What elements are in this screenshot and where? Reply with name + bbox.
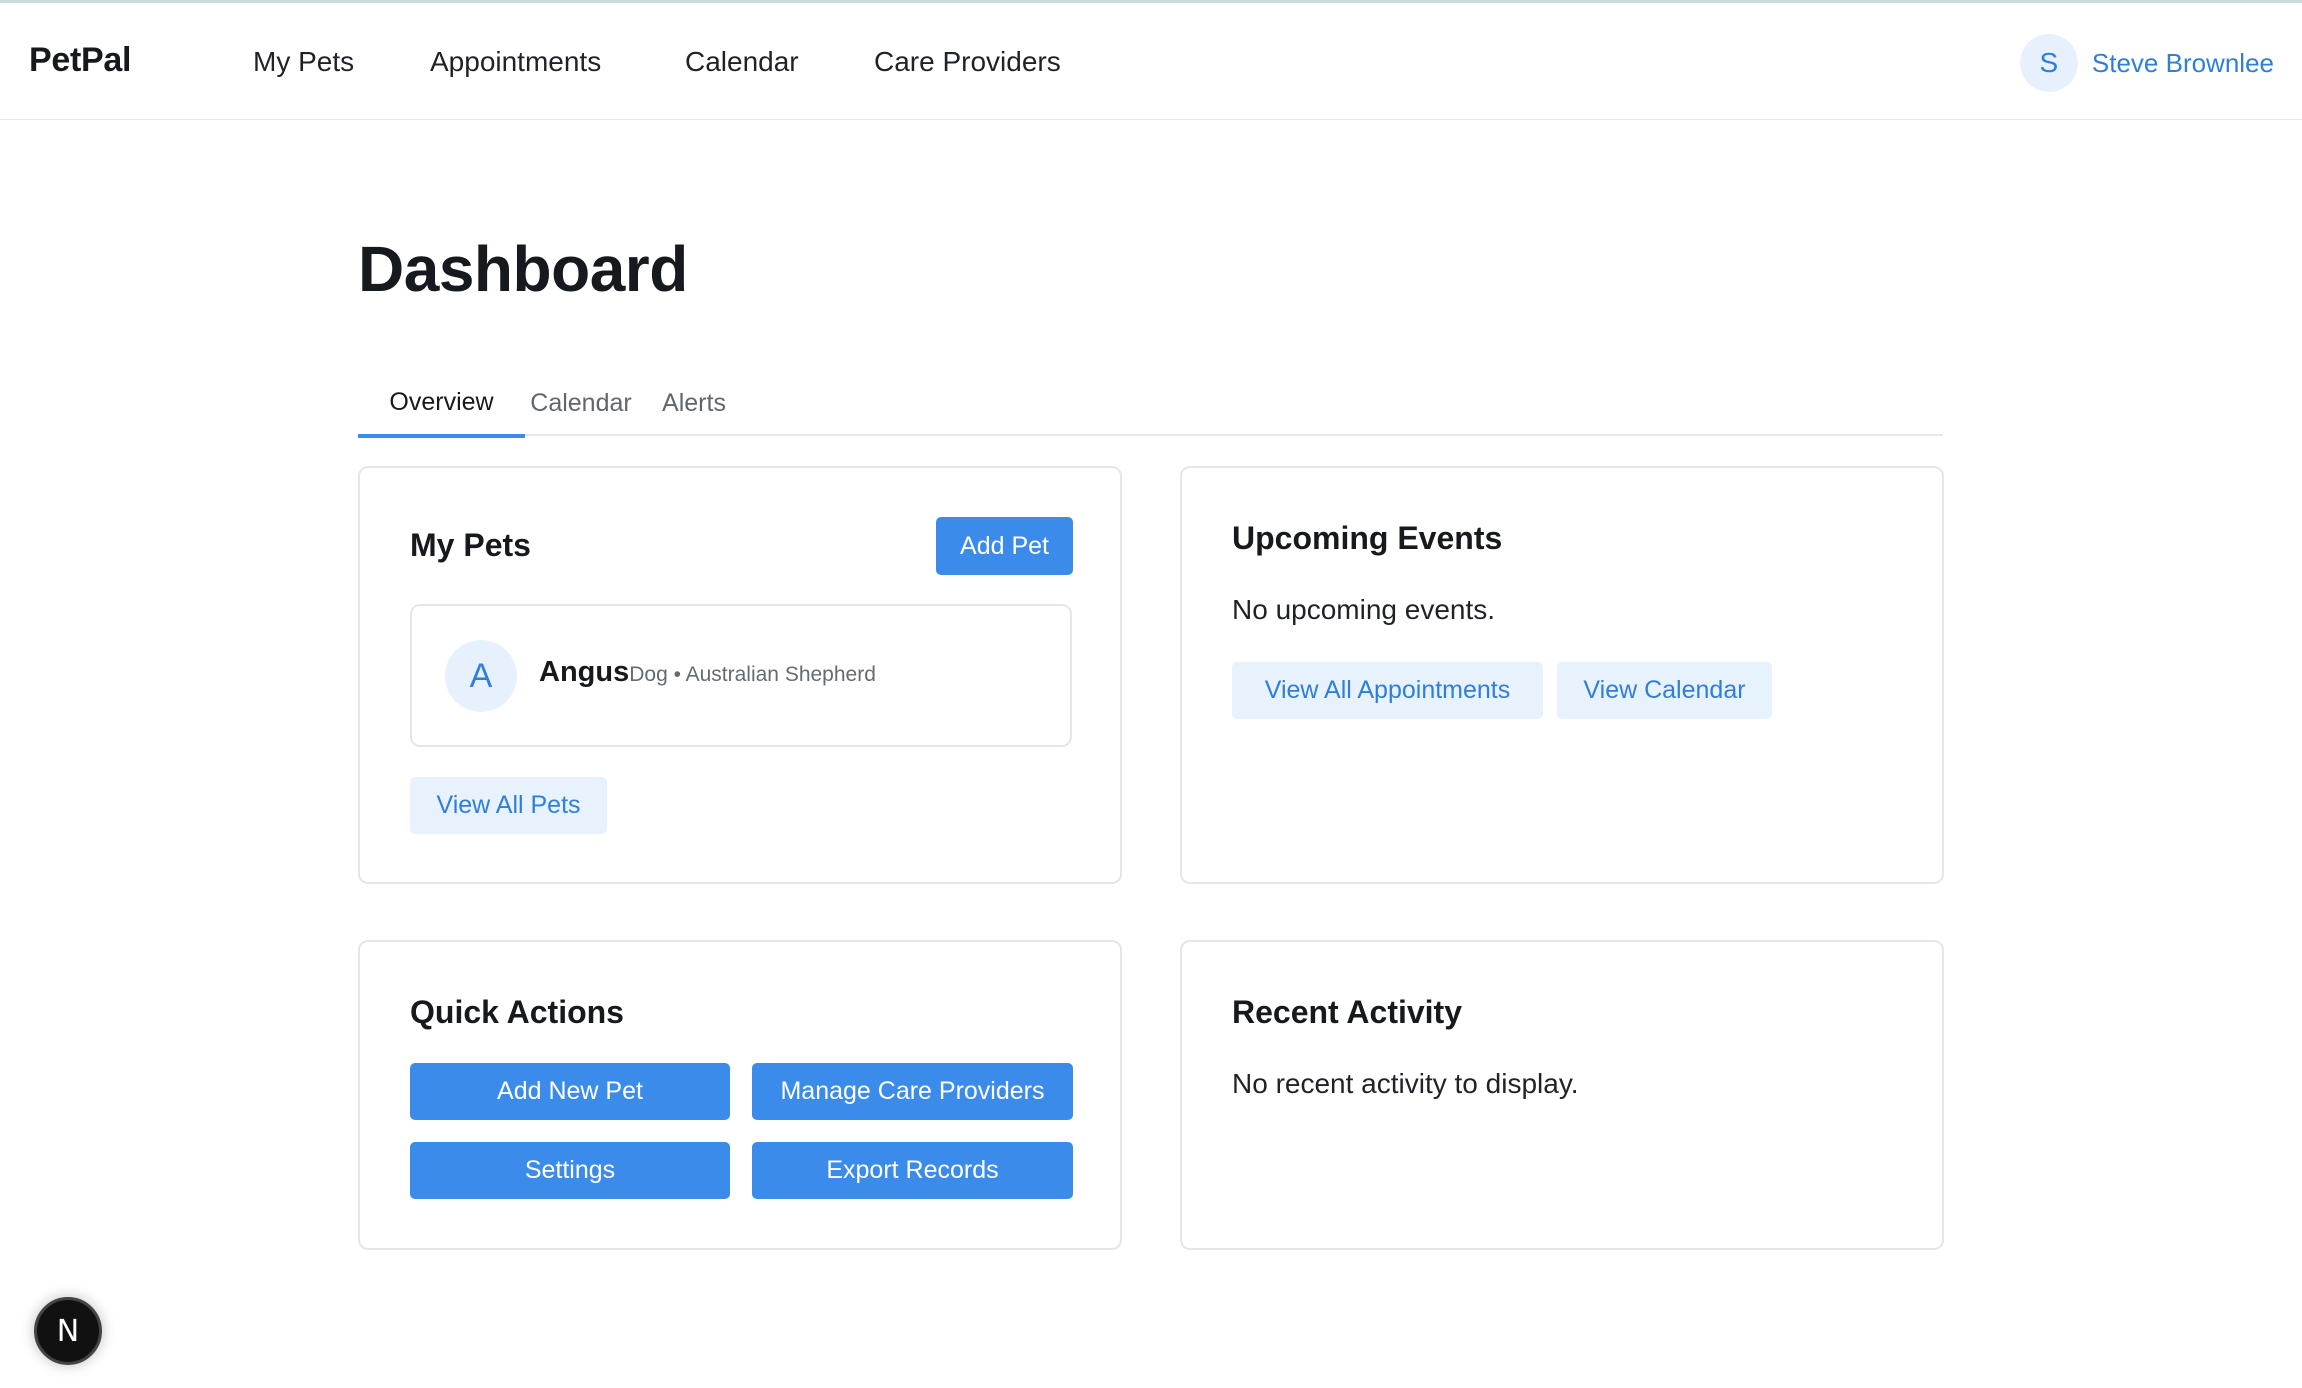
user-menu[interactable]: S Steve Brownlee [2019,34,2274,92]
tab-calendar[interactable]: Calendar [525,370,637,436]
page-title: Dashboard [358,233,688,305]
app-root: PetPal My Pets Appointments Calendar Car… [0,0,2302,1388]
tab-overview[interactable]: Overview [358,370,525,438]
dashboard-tabs: Overview Calendar Alerts [358,370,1943,438]
pet-species-breed: Dog • Australian Shepherd [629,663,876,686]
view-all-pets-button[interactable]: View All Pets [410,777,607,834]
nav-my-pets[interactable]: My Pets [253,46,354,78]
tab-alerts[interactable]: Alerts [637,370,751,436]
user-name: Steve Brownlee [2091,47,2274,78]
recent-activity-card: Recent Activity No recent activity to di… [1180,940,1944,1250]
export-records-button[interactable]: Export Records [752,1142,1073,1199]
top-navigation-bar: PetPal My Pets Appointments Calendar Car… [0,0,2302,120]
pet-avatar: A [445,640,517,712]
upcoming-events-title: Upcoming Events [1232,520,1503,556]
nav-calendar[interactable]: Calendar [685,46,799,78]
user-avatar: S [2019,34,2078,92]
my-pets-title: My Pets [410,527,531,563]
brand-logo[interactable]: PetPal [29,41,131,80]
nav-appointments[interactable]: Appointments [430,46,601,78]
my-pets-card: My Pets Add Pet A AngusDog • Australian … [358,466,1122,884]
upcoming-events-card: Upcoming Events No upcoming events. View… [1180,466,1944,884]
pet-list-item[interactable]: A AngusDog • Australian Shepherd [410,604,1072,747]
quick-actions-title: Quick Actions [410,994,624,1030]
settings-button[interactable]: Settings [410,1142,730,1199]
nextjs-logo-icon[interactable]: N [34,1297,102,1365]
recent-activity-empty-text: No recent activity to display. [1232,1068,1579,1099]
add-pet-button[interactable]: Add Pet [936,517,1073,575]
quick-actions-card: Quick Actions Add New Pet Manage Care Pr… [358,940,1122,1250]
view-all-appointments-button[interactable]: View All Appointments [1232,662,1543,719]
dev-badge-letter: N [56,1313,80,1349]
pet-info: AngusDog • Australian Shepherd [539,656,876,689]
recent-activity-title: Recent Activity [1232,994,1462,1030]
pet-name: Angus [539,656,630,688]
nav-care-providers[interactable]: Care Providers [874,46,1061,78]
upcoming-events-empty-text: No upcoming events. [1232,594,1496,625]
manage-care-providers-button[interactable]: Manage Care Providers [752,1063,1073,1120]
add-new-pet-button[interactable]: Add New Pet [410,1063,730,1120]
view-calendar-button[interactable]: View Calendar [1557,662,1772,719]
